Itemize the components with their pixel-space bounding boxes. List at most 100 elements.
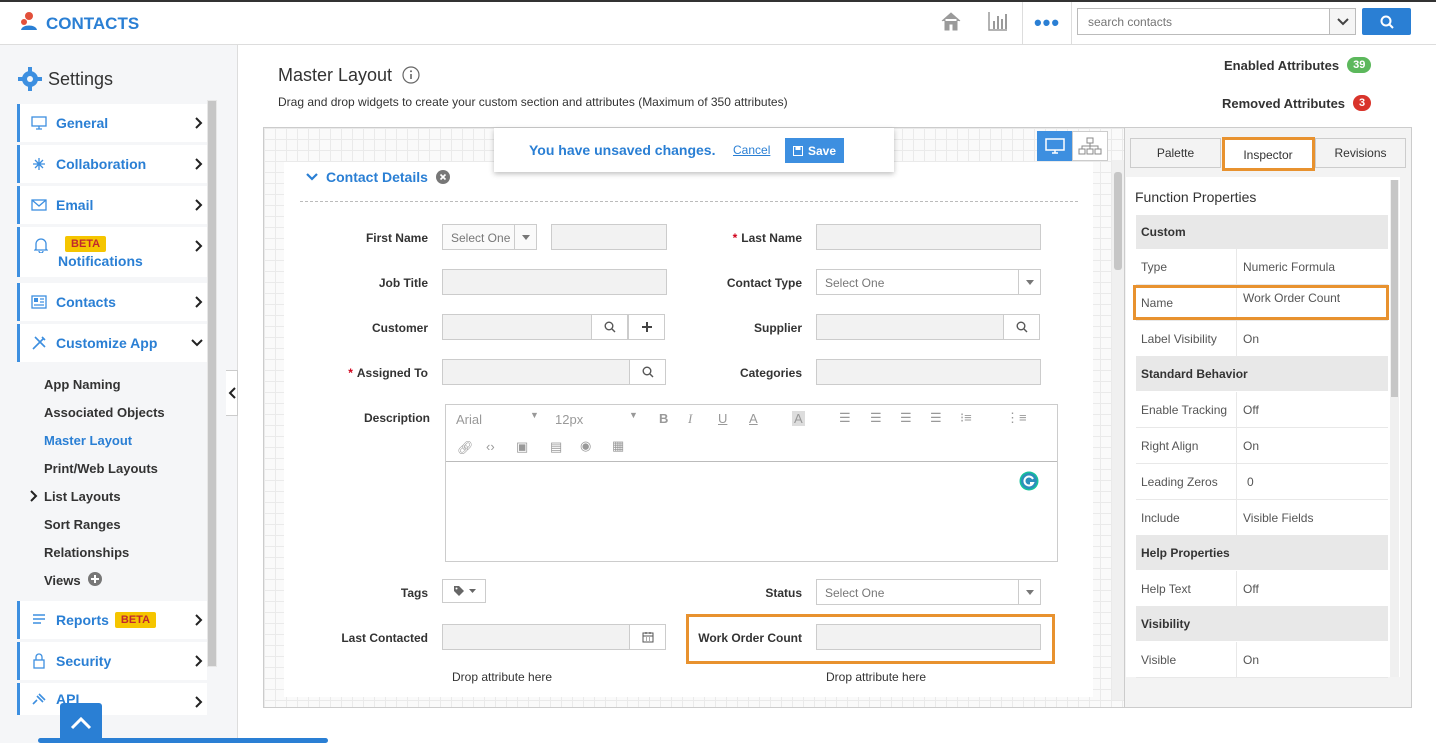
sidebar-item-collaboration[interactable]: Collaboration bbox=[17, 145, 207, 183]
supplier-input[interactable] bbox=[816, 314, 1004, 340]
drop-zone-right[interactable]: Drop attribute here bbox=[826, 670, 926, 684]
link-icon[interactable]: 🔗︎ bbox=[457, 440, 474, 456]
underline-icon[interactable]: U bbox=[718, 411, 727, 426]
sub-item-views[interactable]: Views bbox=[44, 573, 81, 588]
section-custom: Custom bbox=[1136, 215, 1388, 249]
bullet-list-icon[interactable]: ⁝≡ bbox=[960, 410, 972, 426]
highlight-icon[interactable]: A bbox=[792, 411, 805, 426]
inspector-scroll-thumb[interactable] bbox=[1391, 180, 1398, 397]
font-color-icon[interactable]: A bbox=[749, 411, 758, 426]
sidebar-item-api[interactable]: API bbox=[17, 683, 207, 715]
tree-view-button[interactable] bbox=[1072, 131, 1108, 161]
lock-icon bbox=[30, 653, 48, 669]
status-select[interactable]: Select One bbox=[816, 579, 1041, 605]
more-menu-button[interactable]: ••• bbox=[1022, 2, 1072, 44]
align-right-icon[interactable]: ☰ bbox=[900, 410, 912, 426]
sidebar-scroll-thumb[interactable] bbox=[208, 101, 216, 666]
sidebar-item-email[interactable]: Email bbox=[17, 186, 207, 224]
property-row-name[interactable]: Name Work Order Count bbox=[1136, 285, 1388, 321]
first-name-prefix-select[interactable]: Select One bbox=[442, 224, 537, 250]
date-picker-button[interactable] bbox=[629, 624, 666, 650]
customer-input[interactable] bbox=[442, 314, 592, 340]
reports-icon[interactable] bbox=[987, 10, 1009, 35]
sub-item-app-naming[interactable]: App Naming bbox=[44, 377, 121, 392]
search-dropdown-button[interactable] bbox=[1329, 8, 1356, 35]
sub-item-relationships[interactable]: Relationships bbox=[44, 545, 129, 560]
categories-input[interactable] bbox=[816, 359, 1041, 385]
desktop-view-button[interactable] bbox=[1037, 131, 1072, 161]
section-header[interactable]: Contact Details bbox=[306, 169, 450, 185]
search-icon bbox=[604, 321, 615, 333]
contact-type-select[interactable]: Select One bbox=[816, 269, 1041, 295]
property-row-visible[interactable]: Visible On bbox=[1136, 642, 1388, 678]
add-view-icon[interactable] bbox=[88, 572, 102, 586]
removed-attributes[interactable]: Removed Attributes 3 bbox=[1222, 95, 1372, 111]
home-icon[interactable] bbox=[940, 10, 962, 35]
tools-icon bbox=[30, 335, 48, 351]
align-left-icon[interactable]: ☰ bbox=[839, 410, 851, 426]
canvas-scroll-thumb[interactable] bbox=[1114, 172, 1122, 270]
contact-type-label: Contact Type bbox=[726, 276, 802, 290]
property-row-help-text[interactable]: Help Text Off bbox=[1136, 571, 1388, 607]
font-family-select[interactable]: Arial bbox=[456, 412, 482, 427]
first-name-input[interactable] bbox=[551, 224, 667, 250]
sidebar-item-general[interactable]: General bbox=[17, 104, 207, 142]
job-title-input[interactable] bbox=[442, 269, 667, 295]
save-button[interactable]: Save bbox=[785, 138, 844, 163]
sub-item-associated-objects[interactable]: Associated Objects bbox=[44, 405, 165, 420]
supplier-search-button[interactable] bbox=[1003, 314, 1040, 340]
search-button[interactable] bbox=[1362, 8, 1411, 35]
customer-add-button[interactable] bbox=[628, 314, 665, 340]
info-icon[interactable] bbox=[402, 66, 420, 84]
tags-button[interactable] bbox=[442, 579, 486, 603]
assigned-to-input[interactable] bbox=[442, 359, 630, 385]
bold-icon[interactable]: B bbox=[659, 411, 668, 426]
enabled-attributes[interactable]: Enabled Attributes 39 bbox=[1224, 57, 1372, 73]
italic-icon[interactable]: I bbox=[688, 411, 692, 427]
drop-zone-left[interactable]: Drop attribute here bbox=[452, 670, 552, 684]
property-row-right-align[interactable]: Right Align On bbox=[1136, 428, 1388, 464]
last-name-input[interactable] bbox=[816, 224, 1041, 250]
sidebar-item-notifications[interactable]: BETA Notifications bbox=[17, 227, 207, 277]
tab-inspector[interactable]: Inspector bbox=[1223, 140, 1313, 170]
table-icon[interactable]: ▦ bbox=[612, 438, 624, 454]
tab-palette[interactable]: Palette bbox=[1130, 138, 1221, 168]
last-contacted-input[interactable] bbox=[442, 624, 630, 650]
sub-item-list-layouts[interactable]: List Layouts bbox=[44, 489, 121, 504]
chevron-right-icon bbox=[195, 240, 203, 252]
numbered-list-icon[interactable]: ⋮≡ bbox=[1006, 410, 1027, 426]
sidebar-item-contacts[interactable]: Contacts bbox=[17, 283, 207, 321]
sub-item-master-layout[interactable]: Master Layout bbox=[44, 433, 132, 448]
sidebar-item-customize-app[interactable]: Customize App bbox=[17, 324, 207, 362]
search-input[interactable] bbox=[1077, 8, 1330, 35]
property-row-leading-zeros[interactable]: Leading Zeros 0 bbox=[1136, 464, 1388, 500]
close-icon[interactable] bbox=[435, 170, 450, 184]
preview-icon[interactable]: ◉ bbox=[580, 438, 591, 454]
sidebar-item-security[interactable]: Security bbox=[17, 642, 207, 680]
print-icon[interactable]: ▤ bbox=[550, 439, 562, 455]
property-row-type[interactable]: Type Numeric Formula bbox=[1136, 249, 1388, 285]
grammarly-icon[interactable] bbox=[1019, 471, 1039, 491]
property-value: Off bbox=[1243, 402, 1259, 417]
sidebar-item-reports[interactable]: Reports BETA bbox=[17, 601, 207, 639]
app-brand[interactable]: CONTACTS bbox=[18, 10, 139, 37]
font-size-select[interactable]: 12px bbox=[555, 412, 583, 427]
property-row-include[interactable]: Include Visible Fields bbox=[1136, 500, 1388, 536]
tab-revisions[interactable]: Revisions bbox=[1315, 138, 1406, 168]
sidebar-collapse-button[interactable] bbox=[226, 370, 238, 416]
property-row-label-visibility[interactable]: Label Visibility On bbox=[1136, 321, 1388, 357]
work-order-count-input[interactable] bbox=[816, 624, 1041, 650]
scroll-top-button[interactable] bbox=[60, 703, 102, 743]
cancel-link[interactable]: Cancel bbox=[733, 143, 770, 157]
property-row-enable-tracking[interactable]: Enable Tracking Off bbox=[1136, 392, 1388, 428]
app-title: CONTACTS bbox=[46, 13, 140, 33]
sub-item-sort-ranges[interactable]: Sort Ranges bbox=[44, 517, 121, 532]
assigned-to-search-button[interactable] bbox=[629, 359, 666, 385]
sub-item-print-web-layouts[interactable]: Print/Web Layouts bbox=[44, 461, 158, 476]
justify-icon[interactable]: ☰ bbox=[930, 410, 942, 426]
code-icon[interactable]: ‹› bbox=[486, 439, 495, 454]
image-icon[interactable]: ▣ bbox=[516, 439, 528, 455]
customer-search-button[interactable] bbox=[591, 314, 628, 340]
property-value: Work Order Count bbox=[1243, 291, 1341, 305]
align-center-icon[interactable]: ☰ bbox=[870, 410, 882, 426]
